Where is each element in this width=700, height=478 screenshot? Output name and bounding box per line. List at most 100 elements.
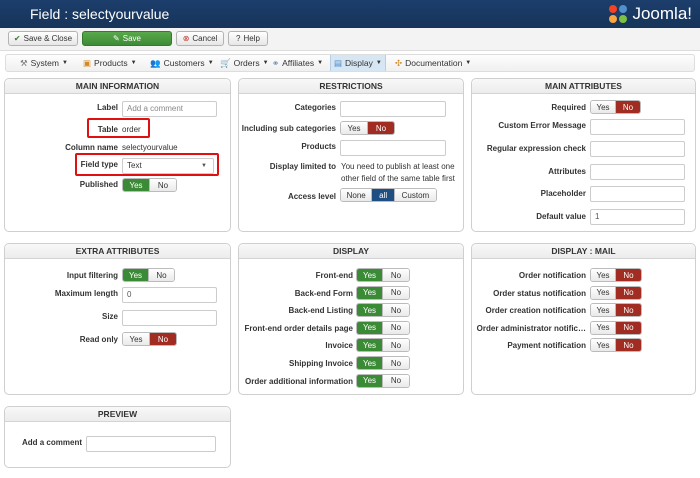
help-button[interactable]: ? Help	[228, 31, 268, 46]
display-yes[interactable]: Yes	[357, 321, 384, 334]
mail-row-toggle[interactable]: Yes No	[590, 320, 642, 335]
display-no[interactable]: No	[383, 286, 409, 299]
display-yes[interactable]: Yes	[357, 304, 384, 317]
display-row-toggle[interactable]: Yes No	[356, 303, 410, 318]
regex-input[interactable]	[590, 141, 685, 157]
help-icon: ?	[236, 34, 241, 43]
input-filtering-no[interactable]: No	[149, 269, 174, 281]
display-row-label: Invoice	[325, 341, 353, 351]
published-no[interactable]: No	[150, 179, 176, 191]
display-mail-panel: DISPLAY : MAIL	[471, 243, 696, 395]
products-input[interactable]	[340, 140, 446, 156]
display-yes[interactable]: Yes	[357, 339, 384, 352]
published-yes[interactable]: Yes	[123, 179, 150, 191]
mail-row-toggle[interactable]: Yes No	[590, 268, 642, 282]
display-limited-message: You need to publish at least one	[341, 162, 455, 171]
categories-input[interactable]	[340, 101, 446, 117]
menu-products[interactable]: ▣ Products ▼	[83, 55, 137, 71]
access-custom[interactable]: Custom	[394, 189, 436, 201]
panel-heading: DISPLAY	[239, 244, 463, 259]
menu-display[interactable]: ▤ Display ▼	[330, 55, 386, 71]
products-label: Products	[301, 142, 336, 151]
save-close-button[interactable]: ✔ Save & Close	[8, 31, 78, 46]
panel-heading: MAIN ATTRIBUTES	[472, 79, 695, 94]
attributes-input[interactable]	[590, 164, 685, 180]
menu-documentation[interactable]: ✣ Documentation ▼	[395, 55, 471, 71]
mail-row-label: Order creation notification	[485, 306, 586, 316]
menu-orders[interactable]: 🛒 Orders ▼	[220, 55, 269, 71]
mail-no[interactable]: No	[616, 321, 641, 334]
preview-comment-input[interactable]	[86, 436, 216, 452]
mail-row-label: Order administrator notific…	[476, 323, 586, 333]
mail-no[interactable]: No	[616, 304, 641, 317]
display-yes[interactable]: Yes	[357, 357, 384, 369]
page-title: Field : selectyourvalue	[30, 6, 170, 22]
mail-row-toggle[interactable]: Yes No	[590, 338, 642, 353]
mail-row-toggle[interactable]: Yes No	[590, 285, 642, 300]
menu-system[interactable]: ⚒ System ▼	[20, 55, 68, 71]
field-type-highlight	[75, 153, 219, 176]
preview-comment-label: Add a comment	[21, 438, 82, 447]
placeholder-input[interactable]	[590, 186, 685, 202]
read-only-yes[interactable]: Yes	[123, 333, 150, 345]
read-only-no[interactable]: No	[150, 333, 176, 345]
display-no[interactable]: No	[383, 374, 409, 387]
display-row-toggle[interactable]: Yes No	[356, 373, 410, 388]
required-no[interactable]: No	[616, 101, 640, 113]
panel-heading: PREVIEW	[5, 407, 230, 422]
sub-categories-toggle[interactable]: Yes No	[340, 121, 395, 135]
display-no[interactable]: No	[383, 339, 409, 352]
default-value-label: Default value	[536, 212, 586, 221]
display-row-toggle[interactable]: Yes No	[356, 268, 410, 282]
mail-yes[interactable]: Yes	[591, 321, 617, 334]
custom-error-input[interactable]	[590, 119, 685, 135]
display-row-toggle[interactable]: Yes No	[356, 320, 410, 335]
mail-yes[interactable]: Yes	[591, 286, 617, 299]
mail-row-toggle[interactable]: Yes No	[590, 303, 642, 318]
check-icon: ✔	[13, 34, 21, 43]
required-toggle[interactable]: Yes No	[590, 100, 641, 114]
display-row-toggle[interactable]: Yes No	[356, 356, 410, 370]
display-row-toggle[interactable]: Yes No	[356, 338, 410, 353]
label-input[interactable]: Add a comment	[122, 101, 217, 117]
display-limited-message-2: other field of the same table first	[341, 174, 455, 183]
menu-affiliates[interactable]: ⚭ Affiliates ▼	[272, 55, 323, 71]
mail-no[interactable]: No	[616, 269, 641, 281]
size-input[interactable]	[122, 310, 217, 326]
read-only-label: Read only	[79, 335, 118, 344]
input-filtering-toggle[interactable]: Yes No	[122, 268, 175, 282]
display-no[interactable]: No	[383, 321, 409, 334]
display-panel: DISPLAY	[238, 243, 464, 395]
mail-yes[interactable]: Yes	[591, 269, 617, 281]
display-row-label: Front-end	[315, 271, 353, 280]
cancel-button[interactable]: ⊗ Cancel	[176, 31, 224, 46]
display-no[interactable]: No	[383, 269, 409, 281]
access-level-toggle[interactable]: None all Custom	[340, 188, 437, 202]
mail-no[interactable]: No	[616, 286, 641, 299]
display-yes[interactable]: Yes	[357, 374, 384, 387]
menu-customers[interactable]: 👥 Customers ▼	[150, 55, 214, 71]
caret-down-icon: ▼	[317, 60, 324, 66]
mail-yes[interactable]: Yes	[591, 339, 617, 352]
save-button[interactable]: ✎ Save	[82, 31, 172, 46]
max-length-input[interactable]: 0	[122, 287, 217, 303]
access-none[interactable]: None	[341, 189, 373, 201]
cart-icon: 🛒	[220, 57, 231, 68]
access-all[interactable]: all	[372, 189, 395, 201]
published-toggle[interactable]: Yes No	[122, 178, 177, 192]
input-filtering-yes[interactable]: Yes	[123, 269, 149, 281]
default-value-input[interactable]: 1	[590, 209, 685, 225]
display-row-toggle[interactable]: Yes No	[356, 285, 410, 300]
sub-categories-no[interactable]: No	[368, 122, 394, 134]
sub-categories-yes[interactable]: Yes	[341, 122, 368, 134]
display-yes[interactable]: Yes	[357, 269, 384, 281]
display-no[interactable]: No	[383, 357, 409, 369]
box-icon: ▣	[83, 57, 92, 68]
display-no[interactable]: No	[383, 304, 409, 317]
display-yes[interactable]: Yes	[357, 286, 384, 299]
mail-no[interactable]: No	[616, 339, 641, 352]
read-only-toggle[interactable]: Yes No	[122, 332, 177, 346]
required-yes[interactable]: Yes	[591, 101, 616, 113]
placeholder-label: Placeholder	[540, 189, 586, 198]
mail-yes[interactable]: Yes	[591, 304, 617, 317]
